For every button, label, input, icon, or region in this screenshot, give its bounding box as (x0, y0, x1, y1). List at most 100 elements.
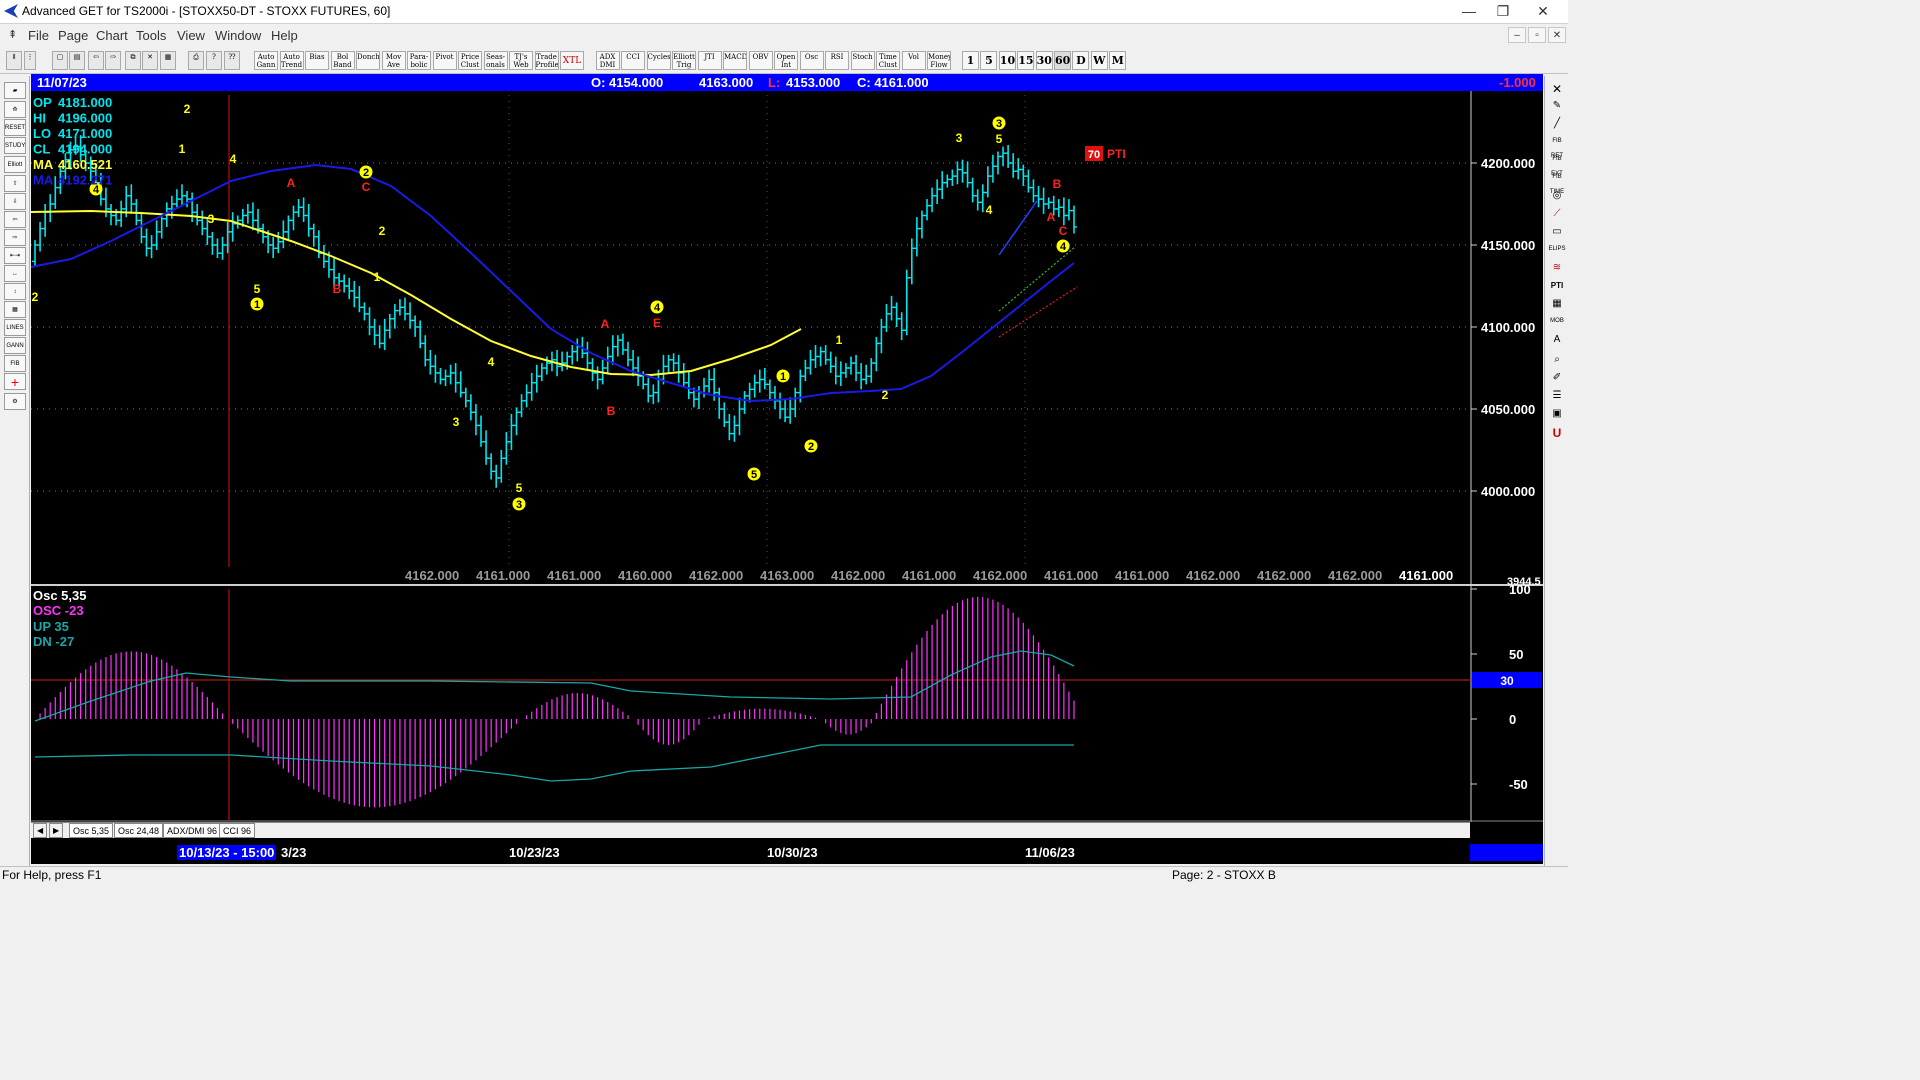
close-tool-icon[interactable]: ✕ (1548, 82, 1566, 98)
study-button-para-bolic[interactable]: Para-bolic (407, 51, 431, 70)
notes-icon[interactable]: ☰ (1548, 388, 1566, 404)
print-icon[interactable]: ⎙ (188, 51, 204, 70)
study-icon[interactable]: STUDY (4, 137, 26, 154)
magnifier-icon[interactable]: ⌕ (1548, 352, 1566, 368)
mdi-minimize-button[interactable]: – (1508, 27, 1526, 43)
ellipse-tool-icon[interactable]: ELIPS (1548, 242, 1566, 258)
new-page-icon[interactable]: ▢ (52, 51, 68, 70)
folder-icon[interactable]: ▰ (4, 82, 26, 99)
zoom-vertical-icon[interactable]: ↕ (4, 283, 26, 300)
fib-retrace-icon[interactable]: FIB RET (1548, 134, 1566, 159)
menu-chart[interactable]: Chart (96, 28, 128, 43)
fib-time-icon[interactable]: FIB TIME (1548, 170, 1566, 195)
study-button-tj-s-web[interactable]: TJ's Web (509, 51, 533, 70)
text-tool-icon[interactable]: A (1548, 332, 1566, 348)
price-chart[interactable]: 22143514 AB2C213453AB4E125123354BAC470 PTI… (31, 91, 1543, 822)
open-page-icon[interactable]: ▤ (69, 51, 85, 70)
study-button-open-int[interactable]: Open Int (774, 51, 798, 70)
study-button-stoch[interactable]: Stoch (850, 51, 875, 70)
study-button-pivot[interactable]: Pivot (432, 51, 457, 70)
date-axis-scroll[interactable] (1470, 844, 1543, 861)
study-button-rsi[interactable]: RSI (825, 51, 849, 70)
ruler-icon[interactable]: ▣ (1548, 406, 1566, 422)
table-tool-icon[interactable]: ▦ (1548, 296, 1566, 312)
study-button-auto-gann[interactable]: Auto Gann (254, 51, 278, 70)
timeframe-button-w[interactable]: W (1090, 51, 1108, 70)
delete-chart-icon[interactable]: ✕ (142, 51, 158, 70)
paint-icon[interactable]: ✐ (1548, 370, 1566, 386)
timeframe-button-1[interactable]: 1 (962, 51, 979, 70)
help-icon[interactable]: ? (206, 51, 222, 70)
tab-scroll-left[interactable]: ◀ (33, 823, 48, 838)
study-button-adx-dmi[interactable]: ADX DMI (595, 51, 620, 70)
study-button-mov-ave[interactable]: Mov Ave (381, 51, 406, 70)
study-button-elliott-trig[interactable]: Elliott Trig (672, 51, 696, 70)
tab-osc-5-35[interactable]: Osc 5,35 (69, 823, 114, 838)
study-button-vol[interactable]: Vol (901, 51, 926, 70)
study-button-money-flow[interactable]: Money Flow (927, 51, 951, 70)
copy-chart-icon[interactable]: ⧉ (125, 51, 141, 70)
tab-scroll-right[interactable]: ▶ (49, 823, 64, 838)
expand-icon[interactable]: ↔ (4, 265, 26, 282)
tab-adx-dmi-96[interactable]: ADX/DMI 96 (163, 823, 222, 838)
circle-tool-icon[interactable]: ◎ (1548, 188, 1566, 204)
timeframe-button-d[interactable]: D (1072, 51, 1090, 70)
lines-icon[interactable]: LINES (4, 319, 26, 336)
minimize-button[interactable]: — (1452, 0, 1486, 22)
study-button-donch[interactable]: Donch (356, 51, 380, 70)
menu-file[interactable]: File (28, 28, 49, 43)
study-button-seas-onals[interactable]: Seas-onals (483, 51, 508, 70)
magnet-icon[interactable]: U (1548, 426, 1566, 442)
tab-osc-24-48[interactable]: Osc 24,48 (114, 823, 164, 838)
fib-extension-icon[interactable]: FIB EXT (1548, 152, 1566, 177)
study-button-macd[interactable]: MACD (723, 51, 747, 70)
study-button-osc[interactable]: Osc (799, 51, 824, 70)
pointer-tool-icon[interactable]: ⇕ (6, 51, 22, 70)
back-page-icon[interactable]: ⇦ (88, 51, 104, 70)
gann-icon[interactable]: GANN (4, 337, 26, 354)
scroll-down-icon[interactable]: ⇩ (4, 193, 26, 210)
crosshair-icon[interactable]: + (4, 373, 26, 390)
study-button-trade-profile[interactable]: Trade Profile (534, 51, 559, 70)
line-draw-icon[interactable]: ╱ (1548, 116, 1566, 132)
scroll-up-icon[interactable]: ⇧ (4, 175, 26, 192)
forward-page-icon[interactable]: ⇨ (105, 51, 121, 70)
study-button-obv[interactable]: OBV (748, 51, 773, 70)
tab-cci-96[interactable]: CCI 96 (219, 823, 256, 838)
channel-tool-icon[interactable]: ≋ (1548, 260, 1566, 276)
mdi-close-button[interactable]: ✕ (1548, 27, 1566, 43)
pti-tool-icon[interactable]: PTI (1548, 278, 1566, 294)
study-button-bias[interactable]: Bias (305, 51, 329, 70)
menu-page[interactable]: Page (58, 28, 88, 43)
study-button-time-clust[interactable]: Time Clust (876, 51, 900, 70)
maximize-button[interactable]: ❐ (1486, 0, 1520, 22)
grid-tool-icon[interactable]: ▦ (4, 301, 26, 318)
mdi-restore-button[interactable]: ▫ (1528, 27, 1546, 43)
mob-tool-icon[interactable]: MOB (1548, 314, 1566, 330)
properties-icon[interactable]: ⚙ (4, 393, 26, 410)
study-button-bol-band[interactable]: Bol Band (330, 51, 355, 70)
fib-icon[interactable]: FIB (4, 355, 26, 372)
timeframe-button-30[interactable]: 30 (1035, 51, 1053, 70)
elliott-icon[interactable]: Elliott (4, 156, 26, 173)
timeframe-button-5[interactable]: 5 (980, 51, 998, 70)
timeframe-button-15[interactable]: 15 (1017, 51, 1035, 70)
scroll-right-icon[interactable]: ⇨ (4, 229, 26, 246)
study-button-cci[interactable]: CCI (621, 51, 645, 70)
menu-tools[interactable]: Tools (136, 28, 166, 43)
study-button-auto-trend[interactable]: Auto Trend (279, 51, 304, 70)
grid-icon[interactable]: ▦ (160, 51, 176, 70)
menu-window[interactable]: Window (215, 28, 261, 43)
timeframe-button-m[interactable]: M (1109, 51, 1127, 70)
pin-icon[interactable]: ⇞ (8, 28, 17, 41)
compress-icon[interactable]: ⇤⇥ (4, 247, 26, 264)
timeframe-button-60[interactable]: 60 (1054, 51, 1071, 70)
menu-help[interactable]: Help (271, 28, 298, 43)
box-tool-icon[interactable]: ▭ (1548, 224, 1566, 240)
menu-view[interactable]: View (177, 28, 205, 43)
study-button-jti[interactable]: JTI (697, 51, 722, 70)
study-button-cycles[interactable]: Cycles (646, 51, 671, 70)
fan-tool-icon[interactable]: ⟋ (1548, 206, 1566, 222)
context-help-icon[interactable]: ⁇ (224, 51, 240, 70)
study-button-price-clust[interactable]: Price Clust (458, 51, 482, 70)
